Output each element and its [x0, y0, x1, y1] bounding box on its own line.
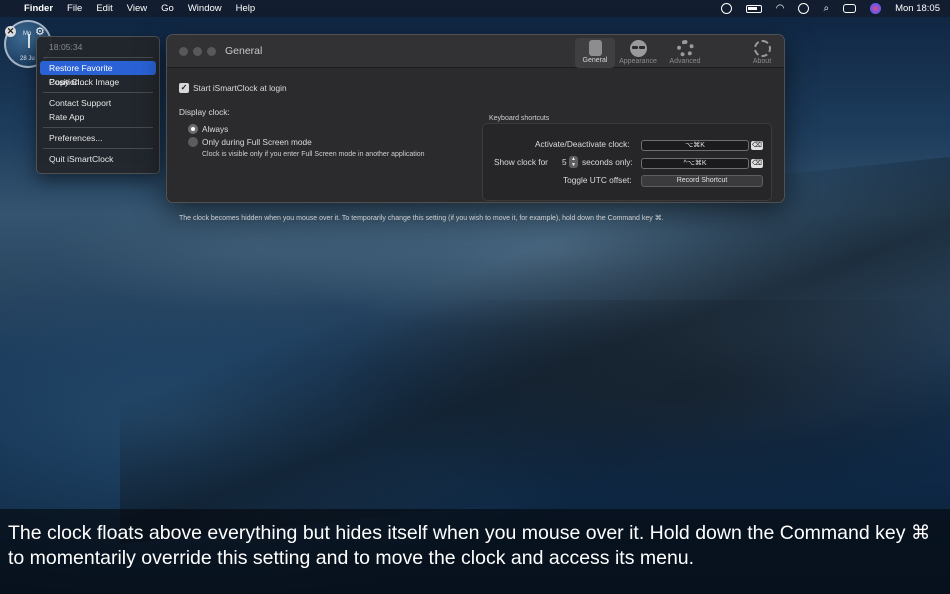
show-clock-shortcut-field[interactable]: ^⌥⌘K [641, 158, 749, 169]
keyboard-shortcuts-title: Keyboard shortcuts [489, 115, 550, 122]
caption-banner: The clock floats above everything but hi… [0, 509, 950, 594]
show-clock-label: Show clock for [494, 157, 548, 167]
zoom-window-button[interactable] [207, 47, 216, 56]
tab-advanced-label: Advanced [669, 58, 701, 65]
control-center-icon[interactable] [843, 4, 857, 13]
menu-separator [43, 57, 153, 58]
display-clock-label: Display clock: [179, 107, 230, 117]
sunglasses-icon [629, 40, 647, 57]
battery-icon[interactable] [745, 4, 762, 13]
menu-item-restore-position[interactable]: Restore Favorite Position... [40, 61, 156, 87]
close-icon[interactable]: ✕ [5, 26, 16, 37]
show-seconds-suffix: seconds only: [582, 157, 633, 167]
menu-view[interactable]: View [127, 3, 147, 14]
menu-separator [43, 92, 153, 93]
radio-fullscreen-only[interactable] [188, 137, 198, 147]
radio-fullscreen-label: Only during Full Screen mode [202, 137, 312, 147]
tab-appearance[interactable]: Appearance [616, 38, 660, 68]
user-icon[interactable] [798, 3, 810, 14]
caption-line-1: The clock floats above everything but hi… [8, 522, 931, 544]
menu-item-quit[interactable]: Quit iSmartClock [40, 152, 156, 166]
window-title: General [225, 45, 263, 57]
target-icon[interactable] [720, 3, 732, 14]
clock-date-label: 28 Ju [20, 56, 35, 62]
tab-about-label: About [752, 58, 772, 65]
gear-icon [676, 40, 694, 57]
clear-show-shortcut-button[interactable]: ⌫ [751, 159, 763, 168]
menu-item-rate-app[interactable]: Rate App [40, 110, 156, 124]
menu-app-name[interactable]: Finder [24, 3, 53, 14]
wallpaper-coast [300, 300, 950, 520]
start-at-login-label: Start iSmartClock at login [193, 83, 287, 93]
search-icon[interactable]: ⌕ [823, 3, 829, 14]
clear-activate-shortcut-button[interactable]: ⌫ [751, 141, 763, 150]
toggle-utc-label: Toggle UTC offset: [563, 175, 632, 185]
menu-separator [43, 127, 153, 128]
wifi-icon[interactable]: ◠ [776, 3, 785, 14]
fullscreen-note: Clock is visible only if you enter Full … [202, 151, 425, 158]
radio-always[interactable] [188, 124, 198, 134]
tab-general[interactable]: General [575, 38, 615, 68]
preferences-window: General General Appearance Advanced Abou… [166, 34, 785, 222]
record-shortcut-button[interactable]: Record Shortcut [641, 175, 763, 187]
radio-always-label: Always [202, 124, 229, 134]
menu-window[interactable]: Window [188, 3, 222, 14]
menu-item-preferences[interactable]: Preferences... [40, 131, 156, 145]
general-pane: ✓ Start iSmartClock at login Display clo… [167, 68, 784, 222]
siri-icon[interactable] [870, 3, 882, 14]
menu-bar-clock[interactable]: Mon 18:05 [895, 3, 940, 14]
menu-file[interactable]: File [67, 3, 82, 14]
activate-shortcut-label: Activate/Deactivate clock: [535, 139, 630, 149]
tab-about[interactable]: About [742, 38, 782, 68]
tab-appearance-label: Appearance [619, 58, 657, 65]
window-titlebar: General General Appearance Advanced Abou… [167, 35, 784, 68]
start-at-login-checkbox[interactable]: ✓ [179, 83, 189, 93]
menu-edit[interactable]: Edit [96, 3, 112, 14]
activate-shortcut-field[interactable]: ⌥⌘K [641, 140, 749, 151]
tab-general-label: General [582, 57, 608, 64]
menu-item-contact-support[interactable]: Contact Support [40, 96, 156, 110]
keyboard-shortcuts-box: Activate/Deactivate clock: ⌥⌘K ⌫ Show cl… [482, 123, 772, 201]
tab-advanced[interactable]: Advanced [665, 38, 705, 68]
menu-item-copy-image[interactable]: Copy Clock Image [40, 75, 156, 89]
menu-go[interactable]: Go [161, 3, 174, 14]
show-seconds-value: 5 [562, 157, 567, 167]
seconds-stepper[interactable]: ▲ ▼ [569, 156, 578, 168]
about-icon [753, 40, 771, 57]
clock-hand [28, 34, 30, 48]
general-icon [588, 40, 602, 56]
clock-context-menu: 18:05:34 Restore Favorite Position... Co… [36, 36, 160, 174]
menu-help[interactable]: Help [236, 3, 256, 14]
minimize-window-button[interactable] [193, 47, 202, 56]
menu-bar: Finder File Edit View Go Window Help ◠ ⌕… [0, 0, 950, 17]
close-window-button[interactable] [179, 47, 188, 56]
caption-line-2: to momentarily override this setting and… [8, 547, 695, 569]
menu-separator [43, 148, 153, 149]
menu-time-display: 18:05:34 [49, 42, 83, 52]
footer-note: The clock becomes hidden when you mouse … [179, 215, 664, 222]
